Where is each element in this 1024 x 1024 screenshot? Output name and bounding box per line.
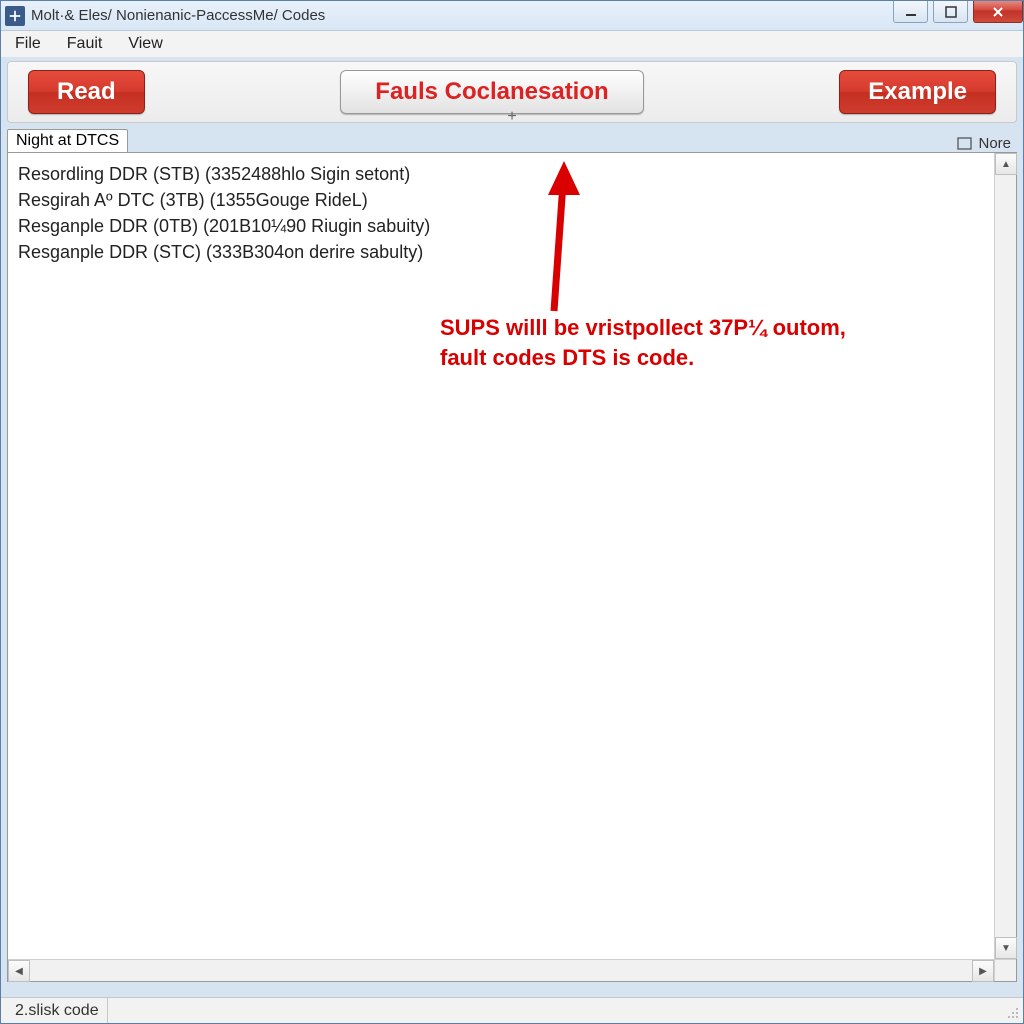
title-bar: Molt·& Eles/ Nonienanic-PaccessMe/ Codes <box>1 1 1023 31</box>
list-item[interactable]: Resgirah Aº DTC (3TB) (1355Gouge RideL) <box>18 187 986 213</box>
list-item[interactable]: Resganple DDR (STC) (333B304on derire sa… <box>18 239 986 265</box>
menu-view[interactable]: View <box>120 33 170 55</box>
app-icon <box>5 6 25 26</box>
scroll-left-icon[interactable]: ◀ <box>8 960 30 982</box>
window-title: Molt·& Eles/ Nonienanic-PaccessMe/ Codes <box>31 7 888 24</box>
content-area[interactable]: Resordling DDR (STB) (3352488hlo Sigin s… <box>10 155 994 959</box>
menu-bar: File Fauit View <box>1 31 1023 57</box>
tab-night-dtcs[interactable]: Night at DTCS <box>7 129 128 152</box>
vertical-scrollbar[interactable]: ▲ ▼ <box>994 153 1016 959</box>
list-item[interactable]: Resganple DDR (0TB) (201B10¼90 Riugin sa… <box>18 213 986 239</box>
scroll-right-icon[interactable]: ▶ <box>972 960 994 982</box>
menu-file[interactable]: File <box>7 33 49 55</box>
read-button[interactable]: Read <box>28 70 145 114</box>
scroll-corner <box>994 959 1016 981</box>
scroll-up-icon[interactable]: ▲ <box>995 153 1017 175</box>
maximize-button[interactable] <box>933 1 968 23</box>
fauls-button[interactable]: Fauls Coclanesation <box>340 70 643 114</box>
tab-right-label: Nore <box>978 135 1011 152</box>
resize-grip-icon[interactable] <box>1005 1005 1019 1019</box>
status-bar: 2.slisk code <box>1 997 1023 1023</box>
content-panel: Resordling DDR (STB) (3352488hlo Sigin s… <box>7 152 1017 982</box>
add-tab-icon[interactable]: + <box>507 108 516 126</box>
minimize-button[interactable] <box>893 1 928 23</box>
tab-strip: Night at DTCS Nore <box>7 129 1017 152</box>
content-wrap: Resordling DDR (STB) (3352488hlo Sigin s… <box>7 152 1017 982</box>
window-controls <box>888 1 1023 30</box>
list-item[interactable]: Resordling DDR (STB) (3352488hlo Sigin s… <box>18 161 986 187</box>
menu-fault[interactable]: Fauit <box>59 33 111 55</box>
horizontal-scrollbar[interactable]: ◀ ▶ <box>8 959 994 981</box>
app-window: Molt·& Eles/ Nonienanic-PaccessMe/ Codes… <box>0 0 1024 1024</box>
status-cell: 2.slisk code <box>7 998 108 1023</box>
toolbar: Read Fauls Coclanesation Example + <box>7 61 1017 123</box>
close-button[interactable] <box>973 1 1023 23</box>
panel-icon <box>957 137 972 150</box>
example-button[interactable]: Example <box>839 70 996 114</box>
tab-right-control[interactable]: Nore <box>957 135 1017 152</box>
scroll-down-icon[interactable]: ▼ <box>995 937 1017 959</box>
